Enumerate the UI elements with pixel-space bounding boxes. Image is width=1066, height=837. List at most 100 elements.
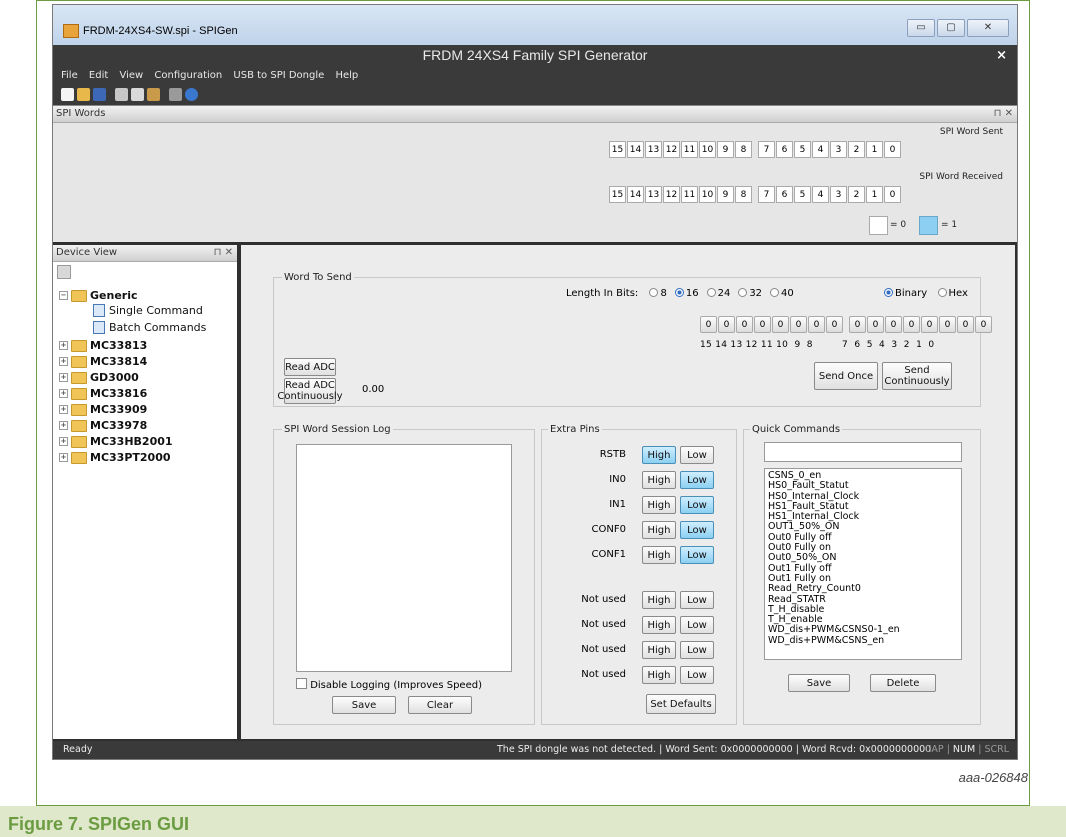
pin-low-button[interactable]: Low <box>680 546 714 564</box>
menu-configuration[interactable]: Configuration <box>154 70 222 81</box>
send-bit-toggle[interactable]: 0 <box>849 316 866 333</box>
pin-low-button[interactable]: Low <box>680 471 714 489</box>
send-once-button[interactable]: Send Once <box>814 362 878 390</box>
device-toolbar-icon[interactable] <box>57 265 71 279</box>
tree-batch-commands[interactable]: Batch Commands <box>93 321 206 334</box>
send-bit-toggle[interactable]: 0 <box>957 316 974 333</box>
tree-generic[interactable]: − Generic <box>59 289 138 302</box>
pin-low-button[interactable]: Low <box>680 591 714 609</box>
maximize-button[interactable]: ▢ <box>937 19 965 37</box>
session-log-box[interactable] <box>296 444 512 672</box>
menu-usb-dongle[interactable]: USB to SPI Dongle <box>233 70 324 81</box>
copy-icon[interactable] <box>131 88 144 101</box>
close-icon[interactable]: × <box>996 48 1007 63</box>
send-bit-toggle[interactable]: 0 <box>772 316 789 333</box>
new-file-icon[interactable] <box>61 88 74 101</box>
log-save-button[interactable]: Save <box>332 696 396 714</box>
expand-icon[interactable]: + <box>59 437 68 446</box>
quick-commands-list[interactable]: CSNS_0_en HS0_Fault_Statut HS0_Internal_Cl… <box>764 468 962 660</box>
pin-high-button[interactable]: High <box>642 591 676 609</box>
hex-radio[interactable] <box>937 288 947 297</box>
menu-edit[interactable]: Edit <box>89 70 108 81</box>
send-bit-toggle[interactable]: 0 <box>867 316 884 333</box>
send-bit-toggle[interactable]: 0 <box>903 316 920 333</box>
pin-high-button[interactable]: High <box>642 446 676 464</box>
pin-high-button[interactable]: High <box>642 546 676 564</box>
menu-view[interactable]: View <box>119 70 143 81</box>
length-radio[interactable] <box>706 288 716 297</box>
qc-save-button[interactable]: Save <box>788 674 850 692</box>
expand-icon[interactable]: + <box>59 357 68 366</box>
pin-low-button[interactable]: Low <box>680 666 714 684</box>
length-radio[interactable] <box>770 288 780 297</box>
expand-icon[interactable]: + <box>59 373 68 382</box>
send-bit-toggle[interactable]: 0 <box>975 316 992 333</box>
read-adc-button[interactable]: Read ADC <box>284 358 336 376</box>
tree-device[interactable]: + MC33PT2000 <box>59 451 171 464</box>
help-icon[interactable] <box>185 88 198 101</box>
pin-low-button[interactable]: Low <box>680 616 714 634</box>
send-bit-toggle[interactable]: 0 <box>808 316 825 333</box>
pin-high-button[interactable]: High <box>642 471 676 489</box>
tree-device[interactable]: + MC33813 <box>59 339 147 352</box>
tree-device[interactable]: + GD3000 <box>59 371 139 384</box>
binary-radio[interactable] <box>884 288 893 297</box>
menu-file[interactable]: File <box>61 70 78 81</box>
pin-low-button[interactable]: Low <box>680 496 714 514</box>
length-radio[interactable] <box>738 288 748 297</box>
send-continuously-button[interactable]: Send Continuously <box>882 362 952 390</box>
print-icon[interactable] <box>169 88 182 101</box>
expand-icon[interactable]: + <box>59 405 68 414</box>
tree-device[interactable]: + MC33814 <box>59 355 147 368</box>
legend-one: = 1 <box>941 220 958 230</box>
open-folder-icon[interactable] <box>77 88 90 101</box>
pin-high-button[interactable]: High <box>642 496 676 514</box>
pin-high-button[interactable]: High <box>642 521 676 539</box>
quick-command-input[interactable] <box>764 442 962 462</box>
set-defaults-button[interactable]: Set Defaults <box>646 694 716 714</box>
pin-label: IN0 <box>609 474 626 485</box>
tree-device[interactable]: + MC33978 <box>59 419 147 432</box>
pin-high-button[interactable]: High <box>642 641 676 659</box>
send-bit-toggle[interactable]: 0 <box>700 316 717 333</box>
menu-help[interactable]: Help <box>335 70 358 81</box>
send-bit-toggle[interactable]: 0 <box>790 316 807 333</box>
length-radio[interactable] <box>649 288 659 297</box>
send-bit-toggle[interactable]: 0 <box>718 316 735 333</box>
minimize-button[interactable]: ▭ <box>907 19 935 37</box>
send-bit-toggle[interactable]: 0 <box>754 316 771 333</box>
tree-device[interactable]: + MC33816 <box>59 387 147 400</box>
qc-delete-button[interactable]: Delete <box>870 674 936 692</box>
send-bit-toggle[interactable]: 0 <box>885 316 902 333</box>
collapse-icon[interactable]: − <box>59 291 68 300</box>
send-bit-toggle[interactable]: 0 <box>826 316 843 333</box>
pin-low-button[interactable]: Low <box>680 521 714 539</box>
tree-device[interactable]: + MC33909 <box>59 403 147 416</box>
pin-high-button[interactable]: High <box>642 616 676 634</box>
cut-icon[interactable] <box>115 88 128 101</box>
quick-command-item[interactable]: WD_dis+PWM&CSNS_en <box>768 635 958 646</box>
send-bit-toggle[interactable]: 0 <box>939 316 956 333</box>
disable-logging-checkbox[interactable] <box>296 678 307 689</box>
expand-icon[interactable]: + <box>59 453 68 462</box>
tree-label: GD3000 <box>90 371 139 384</box>
pin-high-button[interactable]: High <box>642 666 676 684</box>
paste-icon[interactable] <box>147 88 160 101</box>
save-icon[interactable] <box>93 88 106 101</box>
expand-icon[interactable]: + <box>59 421 68 430</box>
log-clear-button[interactable]: Clear <box>408 696 472 714</box>
send-bit-toggle[interactable]: 0 <box>736 316 753 333</box>
pin-low-button[interactable]: Low <box>680 641 714 659</box>
tree-single-command[interactable]: Single Command <box>93 304 203 317</box>
read-adc-continuously-button[interactable]: Read ADC Continuously <box>277 378 343 404</box>
close-window-button[interactable]: ✕ <box>967 19 1009 37</box>
length-radio[interactable] <box>674 288 684 297</box>
pin-close-icon[interactable]: ⊓ ✕ <box>994 106 1013 122</box>
pin-close-icon[interactable]: ⊓ ✕ <box>214 245 233 261</box>
tree-device[interactable]: + MC33HB2001 <box>59 435 173 448</box>
expand-icon[interactable]: + <box>59 341 68 350</box>
send-bit-toggle[interactable]: 0 <box>921 316 938 333</box>
expand-icon[interactable]: + <box>59 389 68 398</box>
pin-low-button[interactable]: Low <box>680 446 714 464</box>
sent-bit-cell: 3 <box>830 141 847 158</box>
